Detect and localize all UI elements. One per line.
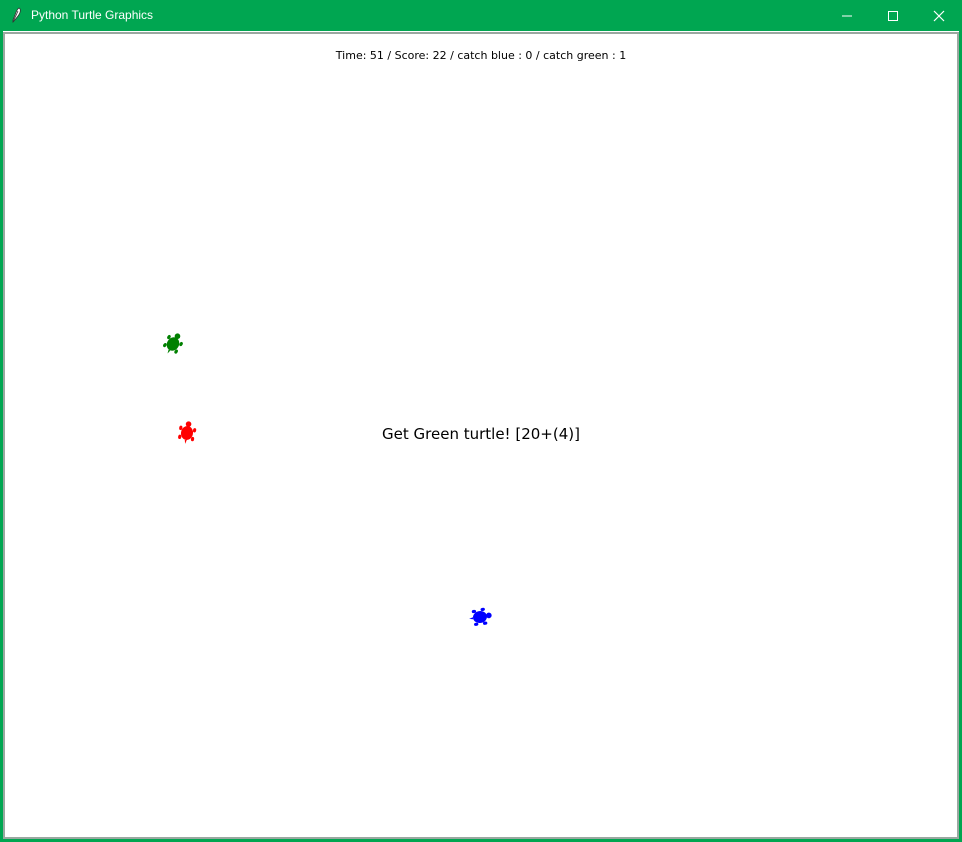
minimize-icon: [842, 15, 852, 17]
close-icon: [933, 10, 945, 22]
score-status: Time: 51 / Score: 22 / catch blue : 0 / …: [335, 49, 627, 62]
red-turtle[interactable]: [174, 420, 200, 446]
window-title: Python Turtle Graphics: [31, 8, 154, 22]
window-client-area: Time: 51 / Score: 22 / catch blue : 0 / …: [3, 31, 959, 839]
maximize-icon: [888, 11, 898, 21]
feather-icon: [12, 7, 21, 23]
blue-turtle[interactable]: [467, 604, 493, 630]
minimize-button[interactable]: [824, 0, 870, 31]
close-button[interactable]: [916, 0, 962, 31]
turtle-canvas[interactable]: Time: 51 / Score: 22 / catch blue : 0 / …: [7, 36, 955, 835]
maximize-button[interactable]: [870, 0, 916, 31]
canvas-frame: Time: 51 / Score: 22 / catch blue : 0 / …: [3, 32, 959, 839]
green-turtle[interactable]: [160, 331, 186, 357]
target-message: Get Green turtle! [20+(4)]: [382, 425, 580, 443]
title-bar[interactable]: Python Turtle Graphics: [0, 0, 962, 31]
turtle-window: Python Turtle Graphics Time: 51 / Score:…: [0, 0, 962, 842]
